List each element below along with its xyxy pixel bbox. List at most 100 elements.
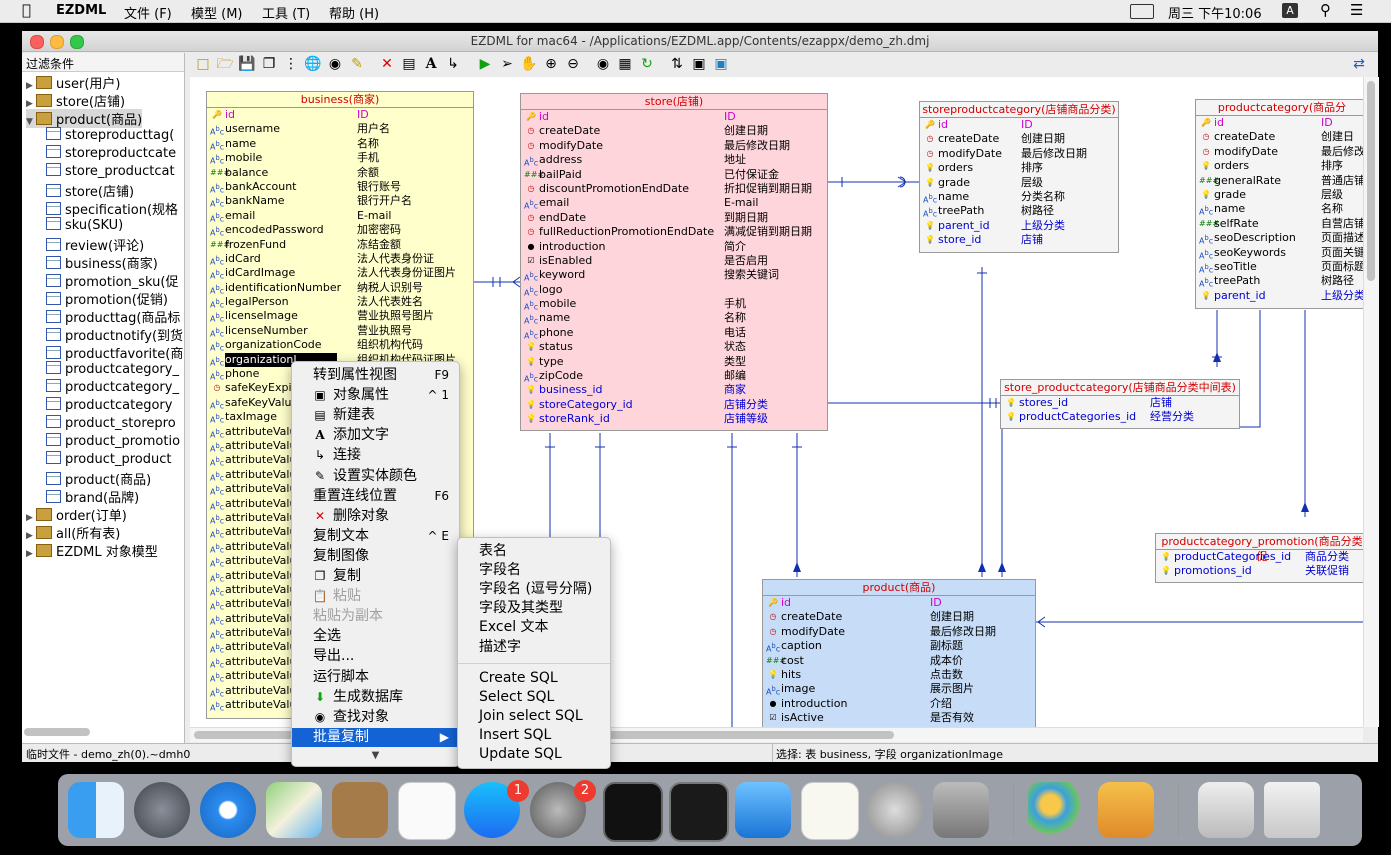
spotlight-search-icon[interactable]: ⚲: [1320, 1, 1331, 19]
entity-field-row[interactable]: ◷ fullReductionPromotionEndDate 满减促销到期日期: [521, 225, 827, 239]
reminders-icon[interactable]: [398, 782, 456, 840]
entity-field-row[interactable]: Abc treePath 树路径: [920, 204, 1118, 219]
display-mirror-icon[interactable]: [1130, 4, 1154, 19]
globe-icon[interactable]: 🌐: [304, 55, 322, 73]
tree-folder[interactable]: ▼ product(商品): [26, 109, 143, 128]
entity-field-row[interactable]: ◷ modifyDate 最后修改: [1196, 145, 1364, 159]
entity-field-row[interactable]: 💡 promotions_id 关联促销: [1156, 564, 1363, 578]
submenu-item[interactable]: 字段名: [458, 561, 610, 580]
open-folder-icon[interactable]: 🗁: [216, 55, 234, 73]
entity-field-row[interactable]: ◷ discountPromotionEndDate 折扣促销到期日期: [521, 182, 827, 196]
entity-field-row[interactable]: Abc name 名称: [207, 137, 473, 152]
zoom-in-icon[interactable]: ⊕: [542, 55, 560, 73]
tree-table-item[interactable]: product_product: [46, 451, 172, 467]
select-area-icon[interactable]: ⋮: [282, 55, 300, 73]
entity-field-row[interactable]: 💡 productCategories_id 商品分类: [1156, 550, 1363, 564]
menu-item-go-to-properties[interactable]: 转到属性视图 F9: [292, 366, 459, 385]
safari-icon[interactable]: [200, 782, 256, 838]
entity-field-row[interactable]: 💡 storeRank_id 店铺等级: [521, 412, 827, 426]
properties-icon[interactable]: ▣: [690, 55, 708, 73]
panel-toggle-icon[interactable]: ⇄: [1350, 55, 1368, 73]
submenu-item[interactable]: Insert SQL: [458, 726, 610, 745]
entity-field-row[interactable]: 💡 orders 排序: [920, 161, 1118, 175]
expand-right-icon[interactable]: ▶: [26, 99, 36, 109]
menu-item-set-entity-color[interactable]: ✎ 设置实体颜色: [292, 467, 459, 486]
finder-icon[interactable]: [68, 782, 124, 838]
submenu-item[interactable]: Join select SQL: [458, 707, 610, 726]
tree-table-item[interactable]: product_storepro: [46, 415, 176, 431]
entity-field-row[interactable]: Abc caption 副标题: [763, 639, 1035, 654]
add-text-icon[interactable]: A: [422, 55, 440, 73]
entity-field-row[interactable]: Abc licenseNumber 营业执照号: [207, 324, 473, 339]
archive-utility-icon[interactable]: [1198, 782, 1254, 838]
submenu-item[interactable]: 字段及其类型: [458, 599, 610, 618]
entity-productcategory-promotion[interactable]: productcategory_promotion(商品分类促 💡 productC…: [1155, 533, 1363, 583]
entity-field-row[interactable]: ● introduction 介绍: [763, 697, 1035, 711]
entity-field-row[interactable]: ◷ createDate 创建日期: [763, 610, 1035, 624]
entity-field-row[interactable]: 🔑 id ID: [920, 118, 1118, 132]
tree-table-item[interactable]: brand(品牌): [46, 487, 139, 506]
pencil-color-icon[interactable]: ✎: [348, 55, 366, 73]
entity-field-row[interactable]: Abc idCard 法人代表身份证: [207, 252, 473, 267]
submenu-item[interactable]: Create SQL: [458, 669, 610, 688]
expand-right-icon[interactable]: ▶: [26, 81, 36, 91]
expand-right-icon[interactable]: ▶: [26, 513, 36, 523]
entity-field-row[interactable]: Abc idCardImage 法人代表身份证图片: [207, 266, 473, 281]
submenu-item[interactable]: 表名: [458, 542, 610, 561]
xcode-icon[interactable]: [735, 782, 791, 838]
menu-item-new-table[interactable]: ▤ 新建表: [292, 406, 459, 425]
tree-table-item[interactable]: promotion(促销): [46, 289, 168, 308]
tree-table-item[interactable]: business(商家): [46, 253, 158, 272]
menu-help[interactable]: 帮助 (H): [329, 3, 379, 22]
entity-field-row[interactable]: Abc treePath 树路径: [1196, 274, 1363, 289]
entity-productcategory[interactable]: productcategory(商品分 🔑 id ID ◷ createDate 创建日 ◷ m…: [1195, 99, 1363, 309]
tree-table-item[interactable]: product(商品): [46, 469, 151, 488]
entity-field-row[interactable]: Abc keyword 搜索关键词: [521, 268, 827, 283]
entity-field-row[interactable]: ### selfRate 自营店铺: [1196, 217, 1363, 231]
launchpad-icon[interactable]: [134, 782, 190, 838]
tree-table-item[interactable]: productcategory_: [46, 379, 179, 395]
terminal-icon[interactable]: [669, 782, 729, 842]
entity-field-row[interactable]: ☑ isActive 是否有效: [763, 711, 1035, 725]
entity-field-row[interactable]: 💡 store_id 店铺: [920, 233, 1118, 247]
tree-table-item[interactable]: producttag(商品标: [46, 307, 180, 326]
textedit-icon[interactable]: [801, 782, 859, 840]
submenu-item[interactable]: 字段名 (逗号分隔): [458, 580, 610, 599]
link-tool-icon[interactable]: ↳: [444, 55, 462, 73]
entity-field-row[interactable]: ### bailPaid 已付保证金: [521, 168, 827, 182]
entity-field-row[interactable]: Abc mobile 手机: [207, 151, 473, 166]
entity-field-row[interactable]: ◷ modifyDate 最后修改日期: [763, 625, 1035, 639]
refresh-icon[interactable]: ↻: [638, 55, 656, 73]
entity-store[interactable]: store(店铺) 🔑 id ID ◷ createDate 创建日期 ◷ modifyDate…: [520, 93, 828, 431]
entity-field-row[interactable]: 🔑 id ID: [521, 110, 827, 124]
entity-field-row[interactable]: 💡 orders 排序: [1196, 159, 1363, 173]
tree-table-item[interactable]: promotion_sku(促: [46, 271, 179, 290]
entity-field-row[interactable]: 🔑 id ID: [207, 108, 473, 122]
menu-item-run-script[interactable]: 运行脚本: [292, 668, 459, 687]
submenu-item[interactable]: Excel 文本: [458, 618, 610, 637]
tree-horizontal-scroll-thumb[interactable]: [24, 728, 90, 736]
tree-folder[interactable]: ▶ all(所有表): [26, 523, 120, 542]
vertical-scrollbar[interactable]: [1363, 77, 1379, 727]
entity-field-row[interactable]: Abc bankName 银行开户名: [207, 194, 473, 209]
view-mode-icon[interactable]: ◉: [594, 55, 612, 73]
entity-field-row[interactable]: Abc seoTitle 页面标题: [1196, 260, 1363, 275]
vertical-scroll-thumb[interactable]: [1367, 81, 1375, 281]
menu-item-delete-object[interactable]: ✕ 删除对象: [292, 507, 459, 526]
entity-field-row[interactable]: ◷ modifyDate 最后修改日期: [920, 147, 1118, 161]
binoculars-icon[interactable]: ◉: [326, 55, 344, 73]
delete-icon[interactable]: ✕: [378, 55, 396, 73]
tree-table-item[interactable]: productcategory: [46, 397, 172, 413]
tree-folder[interactable]: ▶ user(用户): [26, 73, 121, 92]
entity-field-row[interactable]: Abc organizationCode 组织机构代码: [207, 338, 473, 353]
menu-item-add-text[interactable]: A 添加文字: [292, 426, 459, 445]
entity-field-row[interactable]: 💡 parent_id 上级分类: [1196, 289, 1363, 303]
activity-monitor-icon[interactable]: [603, 782, 663, 842]
menu-item-connect[interactable]: ↳ 连接: [292, 446, 459, 465]
expand-right-icon[interactable]: ▶: [26, 531, 36, 541]
tree-folder[interactable]: ▶ order(订单): [26, 505, 127, 524]
entity-field-row[interactable]: 💡 storeCategory_id 店铺分类: [521, 398, 827, 412]
entity-field-row[interactable]: 💡 status 状态: [521, 340, 827, 354]
entity-field-row[interactable]: Abc phone 电话: [521, 326, 827, 341]
new-file-icon[interactable]: □: [194, 55, 212, 73]
